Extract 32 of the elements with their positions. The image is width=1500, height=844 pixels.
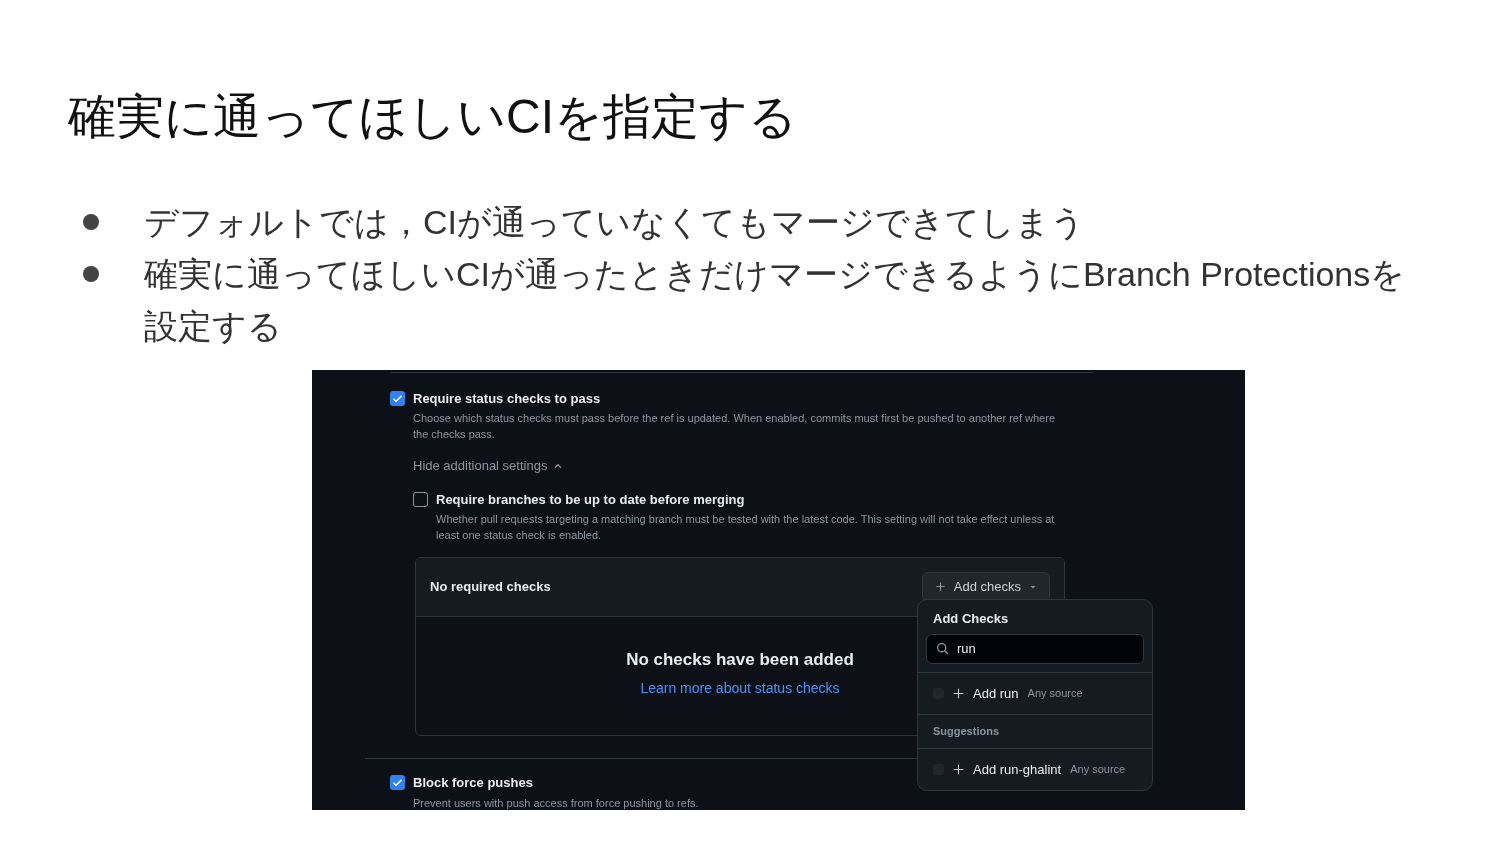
option-label: Block force pushes xyxy=(413,774,534,793)
item-source: Any source xyxy=(1027,686,1083,702)
plus-icon xyxy=(934,581,946,593)
checkbox[interactable] xyxy=(390,775,405,791)
checkbox[interactable] xyxy=(413,491,428,507)
option-description: Whether pull requests targeting a matching branch must be tested with the latest code. This setting will not take effect unless at least one status check is enabled. xyxy=(436,512,1056,544)
check-icon xyxy=(392,777,403,789)
option-label: Require branches to be up to date before merging xyxy=(436,490,746,509)
option-description: Choose which status checks must pass before the ref is updated. When enabled, commits must first be pushed to another ref where the checks pass. xyxy=(413,411,1056,443)
dropdown-item[interactable]: Add run-ghalint Any source xyxy=(918,747,1152,791)
bullet-text: 確実に通ってほしいCIが通ったときだけマージできるようにBranch Protectionsを設定する xyxy=(144,253,1407,347)
section-heading: Suggestions xyxy=(918,714,1152,748)
settings-toggle[interactable]: Hide additional settings xyxy=(413,456,564,476)
slide-title: 確実に通ってほしいCIを指定する xyxy=(68,89,798,145)
plus-icon xyxy=(953,687,964,699)
item-label: Add run-ghalint xyxy=(973,760,1062,779)
bullet-icon xyxy=(83,265,99,282)
option-label: Require status checks to pass xyxy=(413,389,602,408)
search-field[interactable]: run xyxy=(926,634,1144,664)
dropdown-item[interactable]: Add run Any source xyxy=(918,671,1152,715)
learn-more-link[interactable]: Learn more about status checks xyxy=(640,680,840,697)
empty-state-title: No checks have been added xyxy=(626,648,854,671)
panel-title: No required checks xyxy=(430,578,551,597)
checkbox[interactable] xyxy=(390,390,405,406)
bullet-icon xyxy=(83,213,99,230)
add-checks-button[interactable]: Add checks xyxy=(921,572,1050,602)
plus-icon xyxy=(953,763,964,775)
item-label: Add run xyxy=(973,684,1019,703)
bullet-text: デフォルトでは，CIが通っていなくてもマージできてしまう xyxy=(144,201,1085,243)
item-source: Any source xyxy=(1070,762,1126,778)
dropdown-title: Add Checks xyxy=(932,609,1010,628)
option-description: Prevent users with push access from force pushing to refs. xyxy=(413,795,699,810)
